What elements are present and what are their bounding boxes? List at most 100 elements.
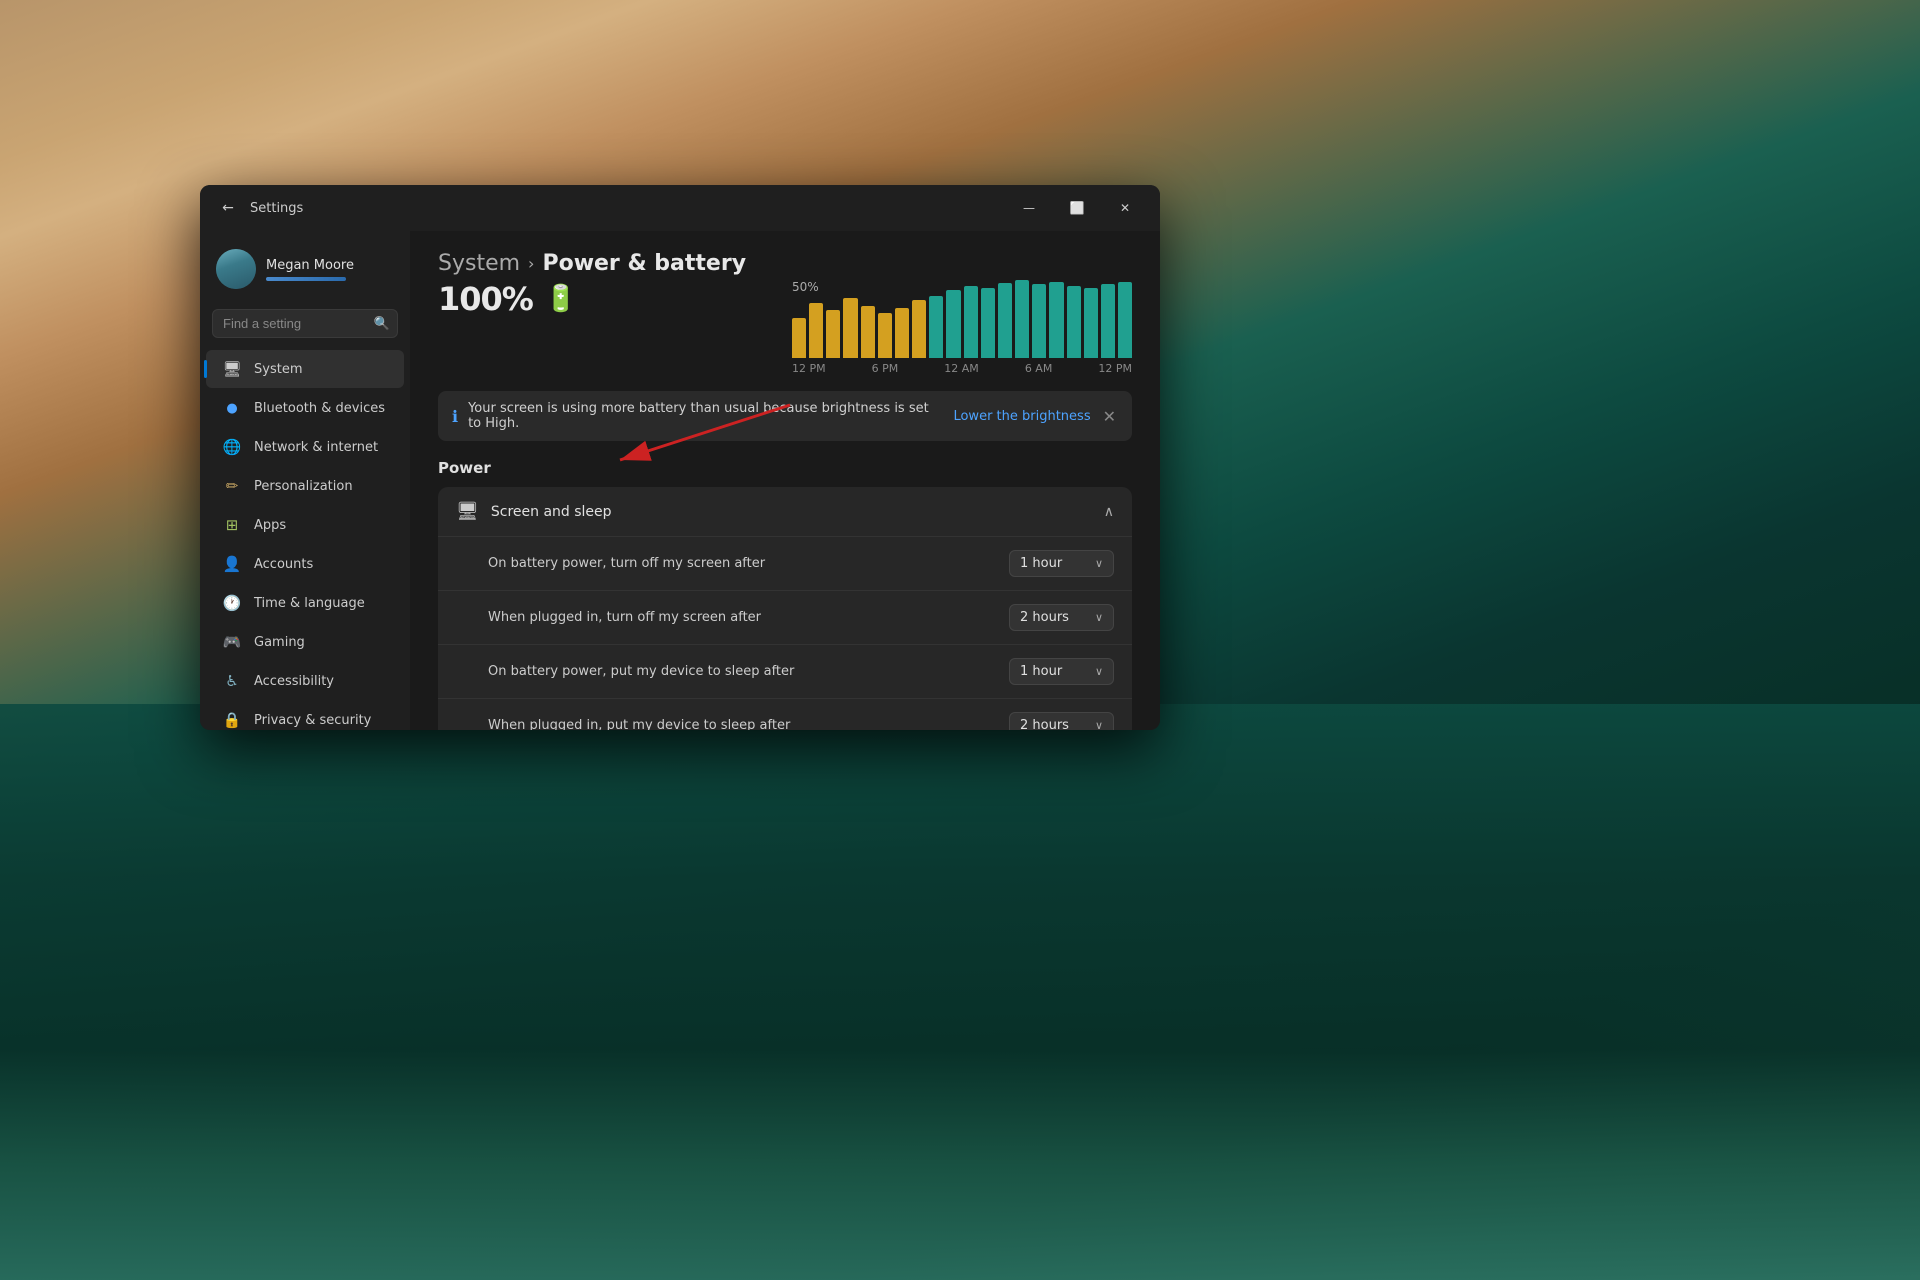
chart-bar (964, 286, 978, 358)
accessibility-icon: ♿ (222, 671, 242, 691)
chart-bar (929, 296, 943, 358)
titlebar: ← Settings — ⬜ ✕ (200, 185, 1160, 231)
sidebar-item-bluetooth[interactable]: ● Bluetooth & devices (206, 389, 404, 427)
search-icon: 🔍 (374, 316, 390, 331)
battery-screen-off-dropdown[interactable]: 1 hour ∨ (1009, 550, 1114, 577)
sidebar-item-personalization[interactable]: ✏ Personalization (206, 467, 404, 505)
chart-bar (912, 300, 926, 358)
notification-text: Your screen is using more battery than u… (468, 401, 943, 431)
screen-sleep-header-left: 🖥 Screen and sleep (456, 501, 612, 522)
chart-time-labels: 12 PM 6 PM 12 AM 6 AM 12 PM (792, 362, 1132, 375)
sidebar: Megan Moore 🔍 🖥 System ● Bluetooth & dev… (200, 231, 410, 730)
plugged-screen-off-dropdown[interactable]: 2 hours ∨ (1009, 604, 1114, 631)
time-icon: 🕐 (222, 593, 242, 613)
sidebar-item-gaming[interactable]: 🎮 Gaming (206, 623, 404, 661)
settings-window: ← Settings — ⬜ ✕ Megan Moore 🔍 (200, 185, 1160, 730)
chart-bar (946, 290, 960, 358)
privacy-icon: 🔒 (222, 710, 242, 730)
system-icon: 🖥 (222, 359, 242, 379)
plugged-sleep-row: When plugged in, put my device to sleep … (438, 698, 1132, 730)
sidebar-item-apps[interactable]: ⊞ Apps (206, 506, 404, 544)
battery-sleep-dropdown[interactable]: 1 hour ∨ (1009, 658, 1114, 685)
sidebar-item-network[interactable]: 🌐 Network & internet (206, 428, 404, 466)
screen-sleep-header[interactable]: 🖥 Screen and sleep ∧ (438, 487, 1132, 536)
chart-bar (809, 303, 823, 358)
sidebar-item-accessibility[interactable]: ♿ Accessibility (206, 662, 404, 700)
search-input[interactable] (212, 309, 398, 338)
screen-sleep-chevron: ∧ (1104, 504, 1114, 520)
battery-screen-off-value: 1 hour (1020, 556, 1062, 571)
breadcrumb: System › Power & battery (438, 251, 1132, 276)
chart-bar (1049, 282, 1063, 358)
sidebar-item-label: Accessibility (254, 674, 334, 689)
accounts-icon: 👤 (222, 554, 242, 574)
notification-banner: ℹ Your screen is using more battery than… (438, 391, 1132, 441)
chevron-down-icon: ∨ (1095, 719, 1103, 730)
titlebar-controls: — ⬜ ✕ (1006, 193, 1148, 223)
screen-sleep-card: 🖥 Screen and sleep ∧ On battery power, t… (438, 487, 1132, 730)
chart-bar (1084, 288, 1098, 358)
bluetooth-icon: ● (222, 398, 242, 418)
sidebar-item-privacy[interactable]: 🔒 Privacy & security (206, 701, 404, 730)
user-name: Megan Moore (266, 258, 354, 273)
plugged-sleep-label: When plugged in, put my device to sleep … (488, 718, 790, 730)
chart-time-label: 6 AM (1025, 362, 1053, 375)
chart-time-label: 6 PM (872, 362, 899, 375)
chart-bar (792, 318, 806, 358)
battery-sleep-row: On battery power, put my device to sleep… (438, 644, 1132, 698)
battery-percentage: 100% (438, 280, 533, 318)
battery-screen-off-label: On battery power, turn off my screen aft… (488, 556, 765, 571)
battery-screen-off-row: On battery power, turn off my screen aft… (438, 536, 1132, 590)
breadcrumb-current: Power & battery (542, 251, 746, 276)
chart-pct-label: 50% (792, 280, 819, 294)
battery-bar-chart (792, 298, 1132, 358)
notification-close-button[interactable]: ✕ (1101, 405, 1118, 428)
avatar (216, 249, 256, 289)
sidebar-item-label: Network & internet (254, 440, 378, 455)
close-button[interactable]: ✕ (1102, 193, 1148, 223)
chart-bar (1067, 286, 1081, 358)
personalization-icon: ✏ (222, 476, 242, 496)
titlebar-title: Settings (250, 201, 303, 216)
sidebar-item-label: Gaming (254, 635, 305, 650)
plugged-screen-off-label: When plugged in, turn off my screen afte… (488, 610, 761, 625)
apps-icon: ⊞ (222, 515, 242, 535)
sidebar-item-label: Privacy & security (254, 713, 371, 728)
chart-time-label: 12 AM (944, 362, 979, 375)
chart-bar (1118, 282, 1132, 358)
chart-bar (998, 283, 1012, 358)
avatar-image (216, 249, 256, 289)
restore-button[interactable]: ⬜ (1054, 193, 1100, 223)
plugged-sleep-value: 2 hours (1020, 718, 1069, 730)
sidebar-item-label: Personalization (254, 479, 353, 494)
gaming-icon: 🎮 (222, 632, 242, 652)
chart-bar (861, 306, 875, 358)
sidebar-item-system[interactable]: 🖥 System (206, 350, 404, 388)
battery-sleep-value: 1 hour (1020, 664, 1062, 679)
chart-bar (1101, 284, 1115, 358)
back-button[interactable]: ← (216, 196, 240, 220)
user-info: Megan Moore (266, 258, 354, 281)
battery-section: 100% 🔋 (438, 280, 577, 318)
chart-bar (843, 298, 857, 358)
search-box: 🔍 (212, 309, 398, 338)
chart-bar (895, 308, 909, 358)
sidebar-item-time[interactable]: 🕐 Time & language (206, 584, 404, 622)
chart-bar (878, 313, 892, 358)
user-progress-bar (266, 277, 346, 281)
sidebar-item-label: Time & language (254, 596, 365, 611)
chart-bar (1032, 284, 1046, 358)
lower-brightness-link[interactable]: Lower the brightness (953, 409, 1090, 424)
chart-bar (1015, 280, 1029, 358)
chevron-down-icon: ∨ (1095, 665, 1103, 678)
sidebar-item-accounts[interactable]: 👤 Accounts (206, 545, 404, 583)
plugged-screen-off-value: 2 hours (1020, 610, 1069, 625)
plugged-sleep-dropdown[interactable]: 2 hours ∨ (1009, 712, 1114, 730)
info-icon: ℹ (452, 407, 458, 426)
network-icon: 🌐 (222, 437, 242, 457)
power-section-title: Power (438, 459, 1132, 477)
chart-bar (826, 310, 840, 358)
sidebar-item-label: Bluetooth & devices (254, 401, 385, 416)
screen-sleep-title: Screen and sleep (491, 504, 612, 520)
minimize-button[interactable]: — (1006, 193, 1052, 223)
